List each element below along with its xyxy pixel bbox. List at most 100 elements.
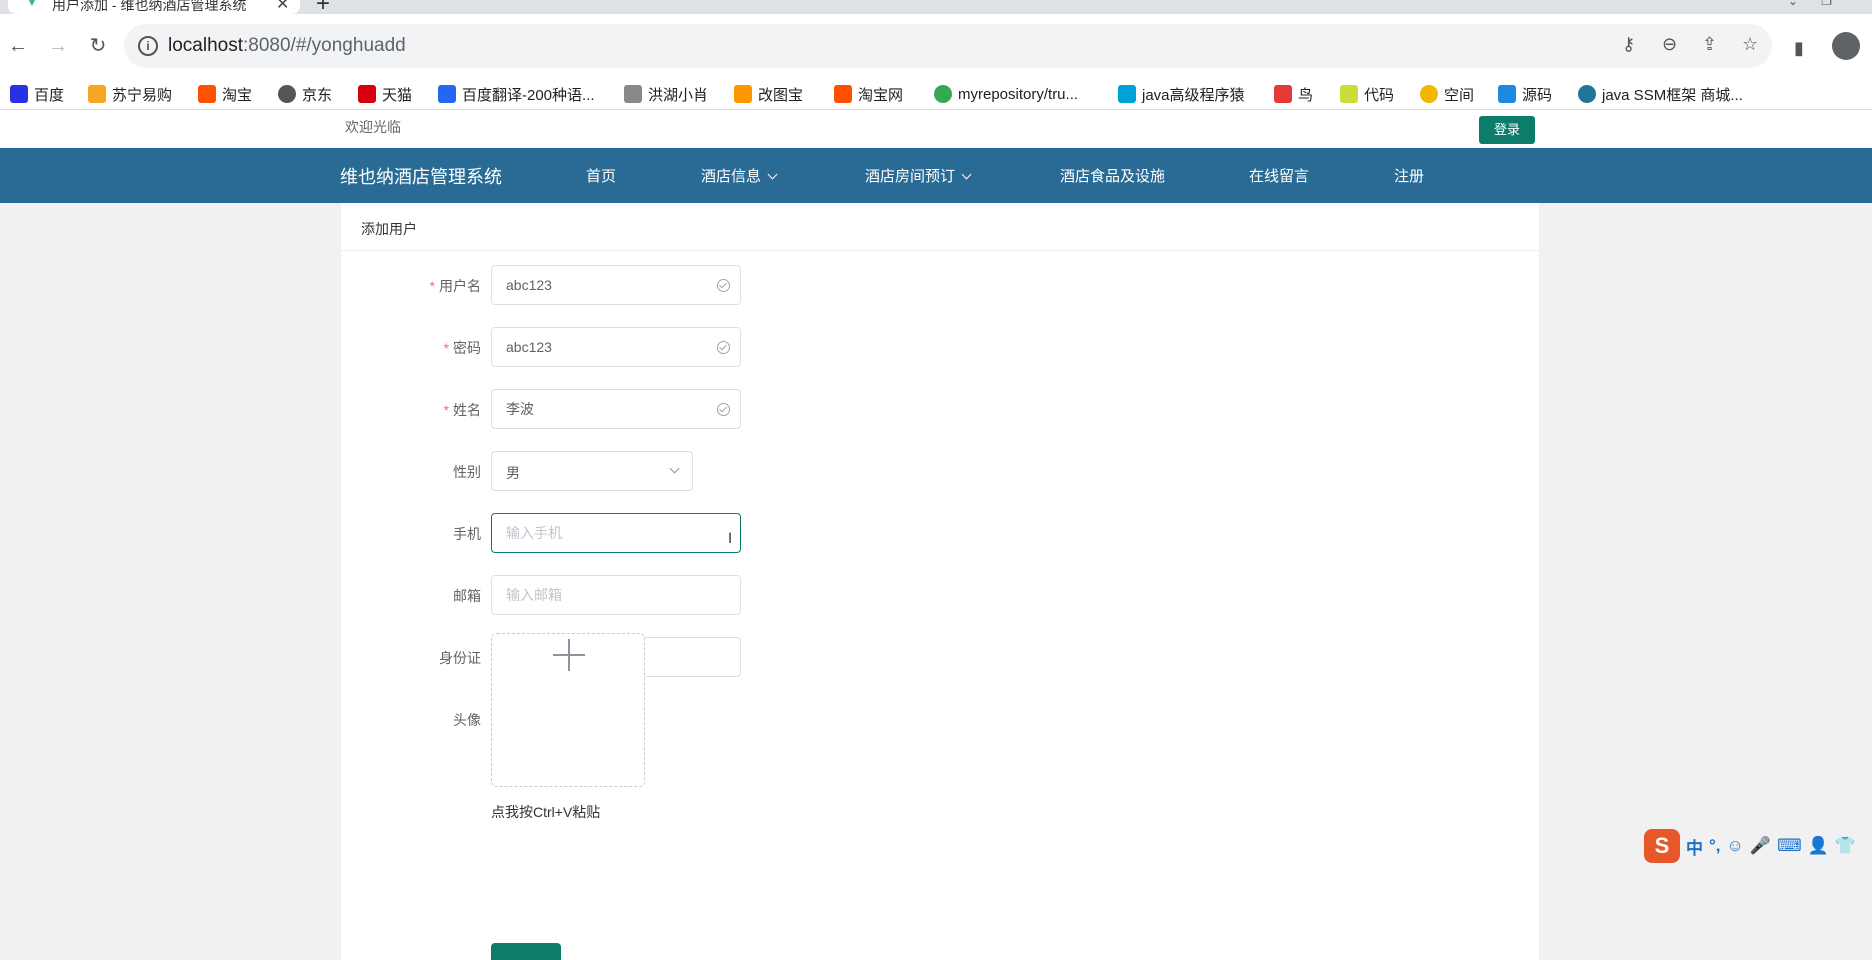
keyboard-icon[interactable]: ⌨ xyxy=(1777,836,1802,856)
ime-mode[interactable]: 中 xyxy=(1686,834,1703,859)
sogou-logo-icon[interactable]: S xyxy=(1644,829,1680,863)
login-button[interactable]: 登录 xyxy=(1479,116,1535,144)
username-field[interactable] xyxy=(491,265,741,305)
card-title: 添加用户 xyxy=(361,221,417,237)
browser-toolbar: ← → ↻ i localhost:8080/#/yonghuadd ⚷ ⊖ ⇪… xyxy=(0,14,1872,78)
chevron-down-icon xyxy=(669,463,680,474)
nav-item-food-facilities[interactable]: 酒店食品及设施 xyxy=(1060,165,1165,186)
bookmark-item[interactable]: java高级程序猿 xyxy=(1118,78,1245,110)
bookmark-star-icon[interactable]: ☆ xyxy=(1742,34,1758,55)
bookmark-item[interactable]: 代码 xyxy=(1340,78,1394,110)
back-arrow-icon[interactable]: ← xyxy=(6,34,30,58)
check-circle-icon xyxy=(717,279,730,292)
url-text[interactable]: localhost:8080/#/yonghuadd xyxy=(168,35,406,57)
bookmark-item[interactable]: myrepository/tru... xyxy=(934,78,1078,110)
url-path: :8080/#/yonghuadd xyxy=(243,35,406,56)
address-bar[interactable]: i localhost:8080/#/yonghuadd ⚷ ⊖ ⇪ ☆ xyxy=(124,24,1772,68)
text-cursor-icon: Ⅰ xyxy=(728,530,733,546)
nav-item-message[interactable]: 在线留言 xyxy=(1249,165,1309,186)
password-input[interactable] xyxy=(506,328,706,366)
email-label: 邮箱 xyxy=(453,588,481,604)
bookmark-label: 百度翻译-200种语... xyxy=(462,86,595,104)
gender-label: 性别 xyxy=(453,464,481,480)
bookmark-item[interactable]: 改图宝 xyxy=(734,78,803,110)
bookmark-label: 改图宝 xyxy=(758,86,804,104)
bookmark-label: java高级程序猿 xyxy=(1142,86,1245,104)
skin-icon[interactable]: 👕 xyxy=(1835,836,1856,856)
site-info-icon[interactable]: i xyxy=(138,36,158,56)
bookmark-label: 空间 xyxy=(1444,86,1475,104)
side-panel-icon[interactable]: ▮ xyxy=(1794,38,1804,59)
password-field[interactable] xyxy=(491,327,741,367)
forward-arrow-icon[interactable]: → xyxy=(46,34,70,58)
nav-item-register[interactable]: 注册 xyxy=(1394,165,1424,186)
key-icon[interactable]: ⚷ xyxy=(1622,34,1635,55)
username-label: * 用户名 xyxy=(341,276,481,296)
chevron-down-icon xyxy=(961,169,972,180)
bookmark-icon xyxy=(1274,85,1292,103)
nav-item-hotel-info[interactable]: 酒店信息 xyxy=(701,165,778,186)
name-input[interactable] xyxy=(506,390,706,428)
zoom-out-icon[interactable]: ⊖ xyxy=(1662,34,1677,55)
email-input[interactable] xyxy=(506,576,706,614)
reload-icon[interactable]: ↻ xyxy=(86,34,110,58)
tab-close-icon[interactable]: ✕ xyxy=(276,0,289,14)
gender-select[interactable]: 男 xyxy=(491,451,693,491)
password-label: * 密码 xyxy=(341,338,481,358)
user-icon[interactable]: 👤 xyxy=(1808,836,1829,856)
punctuation-icon[interactable]: °, xyxy=(1709,836,1721,856)
microphone-icon[interactable]: 🎤 xyxy=(1750,836,1771,856)
top-bar: 欢迎光临 登录 xyxy=(0,110,1872,148)
nav-label: 酒店房间预订 xyxy=(865,168,956,185)
ime-toolbar: S 中 °, ☺ 🎤 ⌨ 👤 👕 xyxy=(1644,828,1872,864)
nav-label: 在线留言 xyxy=(1249,168,1310,185)
browser-tab[interactable]: ▼ 用户添加 - 维也纳酒店管理系统 ✕ xyxy=(8,0,300,14)
submit-button[interactable] xyxy=(491,943,561,960)
paste-hint[interactable]: 点我按Ctrl+V粘贴 xyxy=(491,802,600,822)
site-brand[interactable]: 维也纳酒店管理系统 xyxy=(340,163,502,189)
bookmark-icon xyxy=(1578,85,1596,103)
chevron-down-icon xyxy=(767,169,778,180)
add-user-card: 添加用户 *用户名 *密码 *姓名 性别 男 手机 Ⅰ xyxy=(341,203,1539,960)
window-controls-icon[interactable]: ⌄ ❐ xyxy=(1788,0,1832,8)
username-input[interactable] xyxy=(506,266,706,304)
bookmark-label: 天猫 xyxy=(382,86,413,104)
avatar-uploader[interactable] xyxy=(491,633,645,787)
bookmark-label: 代码 xyxy=(1364,86,1395,104)
bookmark-icon xyxy=(438,85,456,103)
page: 欢迎光临 登录 维也纳酒店管理系统 首页 酒店信息 酒店房间预订 酒店食品及设施… xyxy=(0,110,1872,960)
required-mark: * xyxy=(443,402,449,418)
phone-input[interactable] xyxy=(506,514,706,552)
required-mark: * xyxy=(429,278,435,294)
idcard-label: 身份证 xyxy=(439,650,481,666)
card-header: 添加用户 xyxy=(341,203,1539,251)
bookmark-item[interactable]: 淘宝网 xyxy=(834,78,903,110)
bookmark-icon xyxy=(834,85,852,103)
nav-item-room-booking[interactable]: 酒店房间预订 xyxy=(865,165,972,186)
bookmark-item[interactable]: 苏宁易购 xyxy=(88,78,172,110)
plus-icon xyxy=(568,639,570,671)
bookmark-item[interactable]: 淘宝 xyxy=(198,78,252,110)
profile-avatar-icon[interactable] xyxy=(1832,32,1860,60)
name-field[interactable] xyxy=(491,389,741,429)
bookmark-item[interactable]: 鸟 xyxy=(1274,78,1313,110)
bookmark-item[interactable]: 百度翻译-200种语... xyxy=(438,78,595,110)
email-field[interactable] xyxy=(491,575,741,615)
bookmark-item[interactable]: java SSM框架 商城... xyxy=(1578,78,1743,110)
bookmark-item[interactable]: 洪湖小肖 xyxy=(624,78,708,110)
browser-tabstrip: ▼ 用户添加 - 维也纳酒店管理系统 ✕ + ⌄ ❐ xyxy=(0,0,1872,17)
phone-field[interactable]: Ⅰ xyxy=(491,513,741,553)
label-text: 密码 xyxy=(453,340,481,356)
bookmark-item[interactable]: 空间 xyxy=(1420,78,1474,110)
bookmark-item[interactable]: 京东 xyxy=(278,78,332,110)
bookmark-item[interactable]: 天猫 xyxy=(358,78,412,110)
bookmark-item[interactable]: 源码 xyxy=(1498,78,1552,110)
bookmark-icon xyxy=(278,85,296,103)
share-icon[interactable]: ⇪ xyxy=(1702,34,1717,55)
bookmark-icon xyxy=(88,85,106,103)
emoji-icon[interactable]: ☺ xyxy=(1727,836,1744,856)
nav-item-home[interactable]: 首页 xyxy=(586,165,616,186)
bookmark-icon xyxy=(934,85,952,103)
bookmark-item[interactable]: 百度 xyxy=(10,78,64,110)
label-text: 姓名 xyxy=(453,402,481,418)
